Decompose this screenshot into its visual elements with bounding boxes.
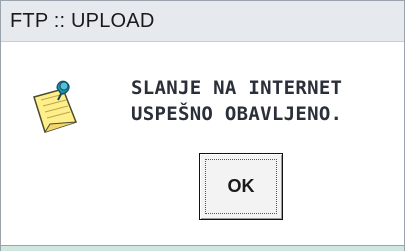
window-title: FTP :: UPLOAD <box>10 10 155 32</box>
message-text: SLANJE NA INTERNET USPEŠNO OBAVLJENO. <box>131 75 342 127</box>
message-line-2: USPEŠNO OBAVLJENO. <box>131 103 343 125</box>
message-line-1: SLANJE NA INTERNET <box>131 77 343 99</box>
bottom-edge <box>1 245 404 251</box>
ftp-upload-dialog: FTP :: UPLOAD SLANJE NA INTERNET USPEŠNO… <box>0 0 405 251</box>
dialog-content: SLANJE NA INTERNET USPEŠNO OBAVLJENO. OK <box>1 42 404 250</box>
title-bar: FTP :: UPLOAD <box>1 1 404 42</box>
ok-button[interactable]: OK <box>199 153 283 220</box>
note-pin-icon <box>26 76 90 138</box>
